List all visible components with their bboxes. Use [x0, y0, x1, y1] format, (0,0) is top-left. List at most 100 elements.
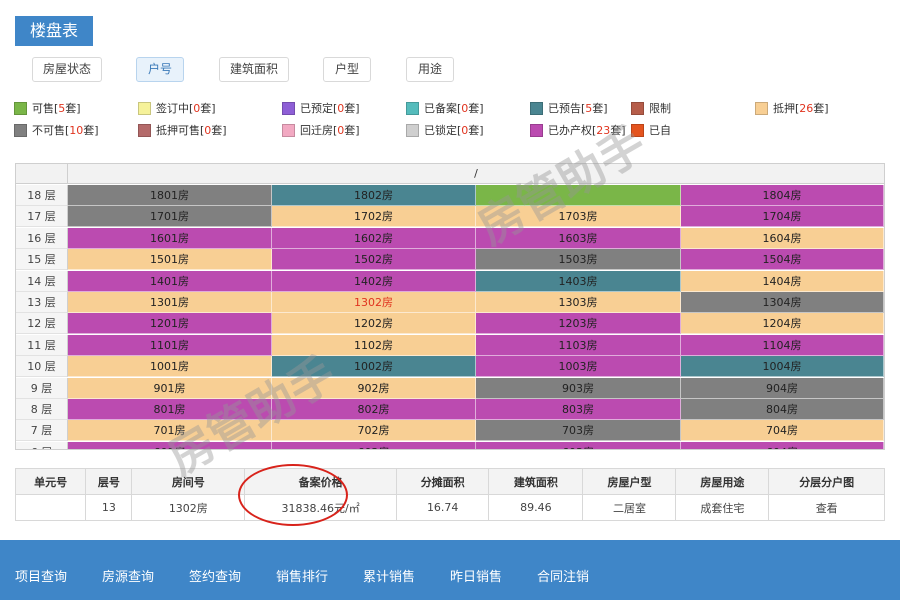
floor-label: 9 层 [16, 377, 68, 399]
footer-nav: 项目查询 房源查询 签约查询 销售排行 累计销售 昨日销售 合同注销 [0, 540, 900, 600]
room-cell[interactable]: 901房 [68, 377, 272, 399]
tab-floor-area[interactable]: 建筑面积 [219, 57, 289, 82]
tab-usage[interactable]: 用途 [406, 57, 454, 82]
room-cell[interactable]: 1202房 [272, 313, 476, 335]
room-cell[interactable]: 603房 [476, 441, 681, 449]
room-cell[interactable]: 1403房 [476, 270, 681, 292]
legend-count-close: 套] [83, 124, 99, 137]
floor-row: 6 层601房602房603房604房 [16, 441, 884, 449]
tab-house-status[interactable]: 房屋状态 [32, 57, 102, 82]
room-detail-table: 单元号 层号 房间号 备案价格 分摊面积 建筑面积 房屋户型 房屋用途 分层分户图 13 1302… [14, 468, 885, 521]
room-cell[interactable]: 1002房 [272, 356, 476, 378]
room-cell[interactable]: 1602房 [272, 227, 476, 249]
footer-nav-link[interactable]: 房源查询 [102, 566, 154, 585]
room-cell[interactable]: 604房 [681, 441, 884, 449]
footer-nav-link[interactable]: 累计销售 [363, 566, 415, 585]
room-cell[interactable]: 903房 [476, 377, 681, 399]
room-cell[interactable]: 1101房 [68, 334, 272, 356]
room-cell[interactable]: 1401房 [68, 270, 272, 292]
unit-header: / [474, 167, 478, 180]
room-cell[interactable]: 1003房 [476, 356, 681, 378]
room-cell[interactable]: 801房 [68, 399, 272, 420]
floor-row: 7 层 701房 702房 703房 704房 [16, 420, 884, 442]
legend-label: 已备案 [424, 102, 457, 115]
legend-count-close: 套] [468, 124, 484, 137]
room-cell[interactable]: 1604房 [681, 227, 884, 249]
room-cell[interactable]: 1304房 [681, 292, 884, 313]
legend-item: 已预告 [ 5 套] [530, 100, 608, 116]
room-cell[interactable]: 1201房 [68, 313, 272, 335]
legend-item: 已锁定 [ 0 套] [406, 122, 484, 138]
room-cell[interactable]: 1204房 [681, 313, 884, 335]
room-cell[interactable]: 1004房 [681, 356, 884, 378]
room-cell[interactable]: 902房 [272, 377, 476, 399]
floor-row: 11 层 1101房 1102房 1103房 1104房 [16, 334, 884, 356]
detail-header: 建筑面积 [488, 468, 584, 495]
room-cell[interactable] [476, 185, 681, 206]
room-cell[interactable]: 1103房 [476, 334, 681, 356]
room-cell[interactable]: 1203房 [476, 313, 681, 335]
floor-label: 14 层 [16, 270, 68, 292]
floor-row: 14 层 1401房 1402房 1403房 1404房 [16, 270, 884, 292]
legend-count-close: 套] [344, 124, 360, 137]
room-cell[interactable]: 1502房 [272, 249, 476, 271]
room-cell[interactable]: 602房 [272, 441, 476, 449]
room-cell[interactable]: 1601房 [68, 227, 272, 249]
room-cell[interactable]: 1703房 [476, 206, 681, 228]
building-grid[interactable]: / 18 层 1801房 1802房 1804房 17 层 1701房 1702房 1703房… [15, 163, 885, 450]
room-cell[interactable]: 1802房 [272, 185, 476, 206]
room-cell[interactable]: 1001房 [68, 356, 272, 378]
room-cell[interactable]: 1603房 [476, 227, 681, 249]
legend-count: 23 [596, 123, 611, 137]
room-cell[interactable]: 1104房 [681, 334, 884, 356]
legend-label: 不可售 [32, 124, 65, 137]
detail-header: 房屋户型 [582, 468, 677, 495]
room-cell[interactable]: 802房 [272, 399, 476, 420]
legend-swatch [530, 123, 543, 137]
room-cell[interactable]: 1102房 [272, 334, 476, 356]
room-cell[interactable]: 704房 [681, 420, 884, 442]
footer-nav-link[interactable]: 签约查询 [189, 566, 241, 585]
legend-count-close: 套] [468, 102, 484, 115]
floor-plan-link[interactable]: 查看 [768, 494, 885, 521]
legend-count: 26 [799, 101, 814, 115]
room-cell[interactable]: 601房 [68, 441, 272, 449]
detail-value: 31838.46元/㎡ [244, 494, 398, 521]
detail-header: 备案价格 [244, 468, 398, 495]
footer-nav-link[interactable]: 销售排行 [276, 566, 328, 585]
room-cell[interactable]: 1701房 [68, 206, 272, 228]
detail-header: 层号 [85, 468, 133, 495]
footer-nav-link[interactable]: 项目查询 [15, 566, 67, 585]
room-cell[interactable]: 1301房 [68, 292, 272, 313]
room-cell[interactable]: 803房 [476, 399, 681, 420]
room-cell[interactable]: 1503房 [476, 249, 681, 271]
room-cell[interactable]: 804房 [681, 399, 884, 420]
room-cell[interactable]: 1704房 [681, 206, 884, 228]
room-cell[interactable]: 703房 [476, 420, 681, 442]
legend-label: 限制 [649, 102, 671, 115]
legend-swatch [755, 101, 768, 115]
detail-value: 89.46 [488, 494, 584, 521]
room-cell[interactable]: 1402房 [272, 270, 476, 292]
legend-label: 已锁定 [424, 124, 457, 137]
footer-nav-link[interactable]: 昨日销售 [450, 566, 502, 585]
room-cell[interactable]: 1303房 [476, 292, 681, 313]
legend-label: 已预告 [548, 102, 581, 115]
tab-layout[interactable]: 户型 [323, 57, 371, 82]
room-cell[interactable]: 1302房 [272, 292, 476, 313]
room-cell[interactable]: 1501房 [68, 249, 272, 271]
footer-nav-link[interactable]: 合同注销 [537, 566, 589, 585]
detail-header: 房间号 [131, 468, 246, 495]
room-cell[interactable]: 1702房 [272, 206, 476, 228]
room-cell[interactable]: 702房 [272, 420, 476, 442]
room-cell[interactable]: 904房 [681, 377, 884, 399]
legend-label: 已自 [649, 124, 671, 137]
room-cell[interactable]: 1804房 [681, 185, 884, 206]
room-cell[interactable]: 1404房 [681, 270, 884, 292]
tab-unit-number[interactable]: 户号 [136, 57, 184, 82]
legend-swatch [138, 123, 151, 137]
legend-label: 已预定 [300, 102, 333, 115]
room-cell[interactable]: 1801房 [68, 185, 272, 206]
room-cell[interactable]: 701房 [68, 420, 272, 442]
room-cell[interactable]: 1504房 [681, 249, 884, 271]
